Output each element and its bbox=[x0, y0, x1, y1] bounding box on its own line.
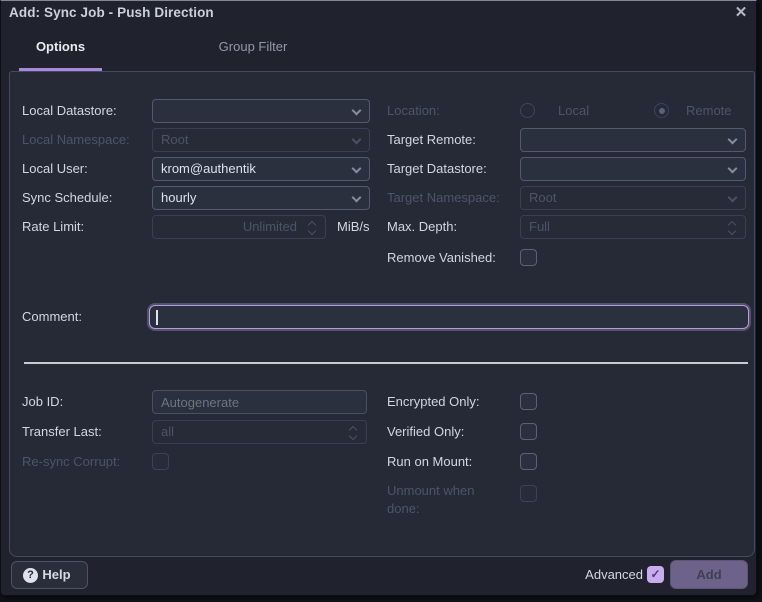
max-depth-spinner: Full bbox=[520, 215, 746, 239]
max-depth-placeholder: Full bbox=[529, 219, 550, 234]
chevron-down-icon bbox=[352, 106, 362, 116]
target-namespace-label: Target Namespace: bbox=[387, 186, 500, 210]
chevron-down-icon bbox=[352, 164, 362, 174]
advanced-checkbox[interactable]: ✓ bbox=[647, 566, 664, 583]
run-on-mount-checkbox[interactable] bbox=[520, 453, 537, 470]
unmount-when-done-label: Unmount when done: bbox=[387, 482, 497, 506]
section-divider bbox=[24, 362, 748, 364]
job-id-input[interactable] bbox=[152, 390, 367, 414]
spinner-down-icon bbox=[308, 227, 316, 235]
transfer-last-spinner: all bbox=[152, 420, 367, 444]
spinner-icons bbox=[348, 424, 358, 442]
target-namespace-combo: Root bbox=[520, 186, 746, 210]
dialog-titlebar: Add: Sync Job - Push Direction ✕ bbox=[1, 1, 756, 26]
location-label: Location: bbox=[387, 99, 440, 123]
comment-input[interactable] bbox=[149, 305, 749, 329]
resync-corrupt-checkbox bbox=[152, 453, 169, 470]
comment-label: Comment: bbox=[22, 305, 82, 329]
local-user-value: krom@authentik bbox=[161, 161, 256, 176]
encrypted-only-checkbox[interactable] bbox=[520, 393, 537, 410]
remove-vanished-label: Remove Vanished: bbox=[387, 246, 496, 270]
job-id-label: Job ID: bbox=[22, 390, 63, 414]
sync-schedule-combo[interactable]: hourly bbox=[152, 186, 370, 210]
check-icon: ✓ bbox=[650, 567, 660, 581]
rate-limit-unit: MiB/s bbox=[337, 215, 370, 239]
max-depth-label: Max. Depth: bbox=[387, 215, 457, 239]
unmount-when-done-checkbox bbox=[520, 485, 537, 502]
form-panel: Local Datastore: Location: Local Remote … bbox=[9, 71, 755, 557]
verified-only-checkbox[interactable] bbox=[520, 423, 537, 440]
tab-group-filter[interactable]: Group Filter bbox=[197, 26, 309, 71]
help-icon: ? bbox=[23, 568, 38, 583]
target-remote-combo[interactable] bbox=[520, 128, 746, 152]
local-datastore-label: Local Datastore: bbox=[22, 99, 117, 123]
location-radio-remote bbox=[654, 103, 669, 118]
rate-limit-label: Rate Limit: bbox=[22, 215, 84, 239]
tab-options[interactable]: Options bbox=[19, 26, 102, 71]
add-button[interactable]: Add bbox=[670, 560, 748, 589]
tab-strip: Options Group Filter bbox=[1, 26, 756, 71]
sync-schedule-label: Sync Schedule: bbox=[22, 186, 112, 210]
transfer-last-placeholder: all bbox=[161, 424, 174, 439]
chevron-down-icon bbox=[728, 164, 738, 174]
target-datastore-combo[interactable] bbox=[520, 157, 746, 181]
radio-dot-icon bbox=[659, 108, 665, 114]
run-on-mount-label: Run on Mount: bbox=[387, 450, 472, 474]
remove-vanished-checkbox[interactable] bbox=[520, 249, 537, 266]
local-user-combo[interactable]: krom@authentik bbox=[152, 157, 370, 181]
sync-schedule-value: hourly bbox=[161, 190, 196, 205]
target-remote-label: Target Remote: bbox=[387, 128, 476, 152]
local-namespace-label: Local Namespace: bbox=[22, 128, 130, 152]
verified-only-label: Verified Only: bbox=[387, 420, 464, 444]
text-cursor bbox=[156, 310, 158, 325]
dialog-title: Add: Sync Job - Push Direction bbox=[9, 5, 214, 20]
chevron-down-icon bbox=[352, 135, 362, 145]
chevron-down-icon bbox=[352, 193, 362, 203]
resync-corrupt-label: Re-sync Corrupt: bbox=[22, 450, 120, 474]
chevron-down-icon bbox=[728, 135, 738, 145]
dialog-window: Add: Sync Job - Push Direction ✕ Options… bbox=[0, 0, 757, 596]
local-namespace-placeholder: Root bbox=[161, 132, 188, 147]
spinner-icons bbox=[307, 219, 317, 237]
location-radio-local bbox=[520, 103, 535, 118]
help-button-label: Help bbox=[42, 567, 70, 582]
target-datastore-label: Target Datastore: bbox=[387, 157, 487, 181]
advanced-label: Advanced bbox=[585, 567, 643, 582]
location-local-label: Local bbox=[558, 99, 589, 123]
local-namespace-combo: Root bbox=[152, 128, 370, 152]
transfer-last-label: Transfer Last: bbox=[22, 420, 102, 444]
chevron-down-icon bbox=[728, 193, 738, 203]
spinner-icons bbox=[727, 219, 737, 237]
dialog-footer: ? Help Advanced ✓ Add bbox=[1, 555, 756, 595]
rate-limit-placeholder: Unlimited bbox=[243, 219, 297, 234]
target-namespace-placeholder: Root bbox=[529, 190, 556, 205]
encrypted-only-label: Encrypted Only: bbox=[387, 390, 480, 414]
help-button[interactable]: ? Help bbox=[11, 561, 88, 589]
spinner-down-icon bbox=[728, 227, 736, 235]
local-datastore-combo[interactable] bbox=[152, 99, 370, 123]
local-user-label: Local User: bbox=[22, 157, 88, 181]
rate-limit-spinner: Unlimited bbox=[152, 215, 326, 239]
close-icon[interactable]: ✕ bbox=[731, 3, 751, 23]
location-remote-label: Remote bbox=[686, 99, 732, 123]
spinner-down-icon bbox=[349, 432, 357, 440]
